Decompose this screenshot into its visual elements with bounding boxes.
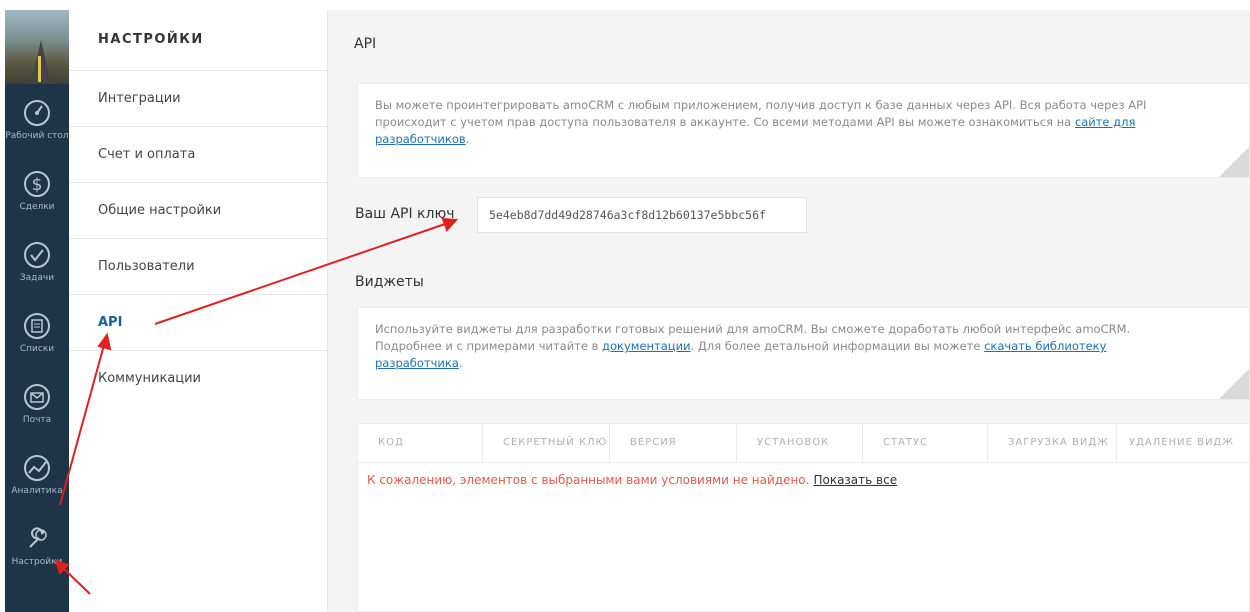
menu-item-integrations[interactable]: Интеграции xyxy=(69,71,327,127)
dashboard-icon xyxy=(24,100,50,126)
column-header-installs[interactable]: УСТАНОВОК xyxy=(737,424,863,462)
menu-item-api[interactable]: API xyxy=(69,295,327,351)
list-icon xyxy=(24,313,50,339)
widgets-note-end: . xyxy=(458,356,463,370)
nav-label: Настройки xyxy=(11,557,63,567)
nav-label: Задачи xyxy=(19,273,55,283)
nav-item-mail[interactable]: Почта xyxy=(5,368,69,439)
nav-label: Сделки xyxy=(19,202,55,212)
column-header-status[interactable]: СТАТУС xyxy=(863,424,988,462)
api-note-text: Вы можете проинтегрировать amoCRM с любы… xyxy=(375,98,1147,129)
nav-item-deals[interactable]: $ Сделки xyxy=(5,155,69,226)
column-header-widget-upload[interactable]: ЗАГРУЗКА ВИДЖ xyxy=(988,424,1117,462)
api-key-label: Ваш API ключ xyxy=(355,206,455,222)
main-nav-bar: Рабочий стол $ Сделки Задачи Списки Почт… xyxy=(5,10,69,612)
menu-item-billing[interactable]: Счет и оплата xyxy=(69,127,327,183)
empty-table-message: К сожалению, элементов с выбранными вами… xyxy=(358,463,1249,487)
road-shape xyxy=(31,40,51,84)
nav-item-dashboard[interactable]: Рабочий стол xyxy=(5,84,69,155)
dollar-icon: $ xyxy=(24,171,50,197)
documentation-link[interactable]: документации xyxy=(602,339,691,353)
nav-item-analytics[interactable]: Аналитика xyxy=(5,439,69,510)
widgets-table: КОД СЕКРЕТНЫЙ КЛЮ ВЕРСИЯ УСТАНОВОК СТАТУ… xyxy=(357,423,1250,612)
mail-icon xyxy=(24,384,50,410)
settings-menu: НАСТРОЙКИ Интеграции Счет и оплата Общие… xyxy=(69,10,328,612)
wrench-icon xyxy=(29,527,47,548)
road-line xyxy=(38,56,41,82)
widgets-info-note: Используйте виджеты для разработки готов… xyxy=(357,307,1250,400)
analytics-icon xyxy=(24,455,50,481)
nav-item-tasks[interactable]: Задачи xyxy=(5,226,69,297)
nav-label: Рабочий стол xyxy=(5,131,69,141)
column-header-secret-key[interactable]: СЕКРЕТНЫЙ КЛЮ xyxy=(483,424,610,462)
svg-text:$: $ xyxy=(32,175,43,195)
empty-text: К сожалению, элементов с выбранными вами… xyxy=(367,473,810,487)
api-info-note: Вы можете проинтегрировать amoCRM с любы… xyxy=(357,83,1250,178)
widgets-table-header: КОД СЕКРЕТНЫЙ КЛЮ ВЕРСИЯ УСТАНОВОК СТАТУ… xyxy=(358,424,1249,463)
menu-item-communications[interactable]: Коммуникации xyxy=(69,351,327,406)
note-fold-corner xyxy=(1219,147,1249,177)
nav-label: Списки xyxy=(19,344,55,354)
api-settings-content: API Вы можете проинтегрировать amoCRM с … xyxy=(328,10,1250,612)
settings-menu-title: НАСТРОЙКИ xyxy=(69,10,327,71)
nav-item-settings[interactable]: Настройки xyxy=(5,510,69,581)
column-header-version[interactable]: ВЕРСИЯ xyxy=(610,424,737,462)
page-title: API xyxy=(354,36,377,52)
show-all-link[interactable]: Показать все xyxy=(813,473,897,487)
nav-label: Почта xyxy=(22,415,52,425)
nav-item-lists[interactable]: Списки xyxy=(5,297,69,368)
api-key-field[interactable]: 5e4eb8d7dd49d28746a3cf8d12b60137e5bbc56f xyxy=(477,197,807,233)
menu-item-users[interactable]: Пользователи xyxy=(69,239,327,295)
checkmark-icon xyxy=(24,242,50,268)
column-header-code[interactable]: КОД xyxy=(358,424,483,462)
profile-banner-image[interactable] xyxy=(5,10,69,84)
api-note-end: . xyxy=(465,132,470,146)
nav-label: Аналитика xyxy=(11,486,63,496)
menu-item-general[interactable]: Общие настройки xyxy=(69,183,327,239)
column-header-widget-delete[interactable]: УДАЛЕНИЕ ВИДЖ xyxy=(1117,424,1249,462)
widgets-note-text-2: . Для более детальной информации вы може… xyxy=(690,339,985,353)
widgets-title: Виджеты xyxy=(355,274,424,290)
note-fold-corner xyxy=(1219,369,1249,399)
